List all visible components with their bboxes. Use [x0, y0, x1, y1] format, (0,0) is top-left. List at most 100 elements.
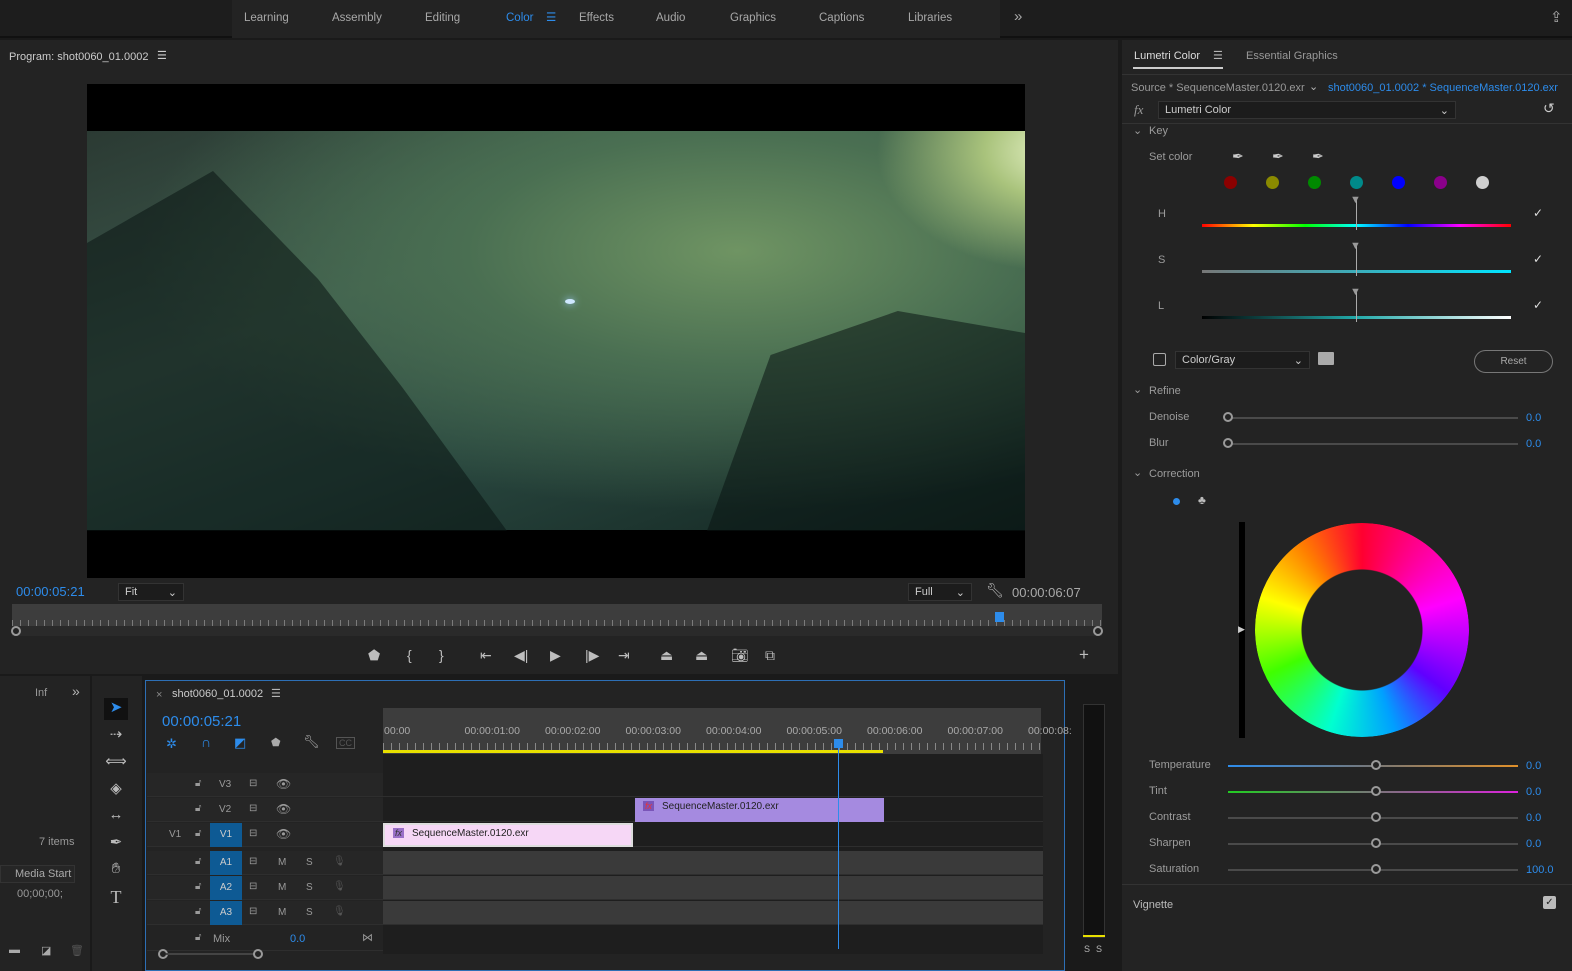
add-marker-icon[interactable]: ⬟	[368, 647, 380, 664]
effect-dropdown[interactable]: Lumetri Color ⌄	[1158, 101, 1456, 119]
close-sequence-icon[interactable]: ×	[156, 689, 162, 701]
microphone-icon[interactable]: 🎙︎	[333, 856, 346, 867]
track-target[interactable]: A2	[210, 876, 242, 900]
denoise-slider[interactable]	[1228, 417, 1518, 419]
correction-knob[interactable]	[1371, 838, 1381, 848]
track-target[interactable]: A1	[210, 851, 242, 875]
selection-tool-icon[interactable]: ➤	[104, 698, 128, 720]
reset-key-button[interactable]: Reset	[1474, 350, 1553, 373]
h-range-handle[interactable]: ▼	[1350, 194, 1361, 206]
more-panels-icon[interactable]: »	[72, 683, 80, 699]
source-patch[interactable]: V1	[169, 829, 181, 840]
more-workspaces-icon[interactable]: »	[1014, 8, 1022, 25]
lock-icon[interactable]: 🔓︎	[195, 881, 201, 892]
blur-knob[interactable]	[1223, 438, 1233, 448]
workspace-effects[interactable]: Effects	[579, 12, 614, 24]
timeline-timecode[interactable]: 00:00:05:21	[162, 713, 241, 730]
track-name[interactable]: V3	[219, 779, 231, 790]
s-checkbox[interactable]: ✓	[1533, 252, 1543, 266]
extract-icon[interactable]: ⏏	[695, 647, 708, 664]
new-item-icon[interactable]: ◪	[41, 944, 51, 957]
work-area-bar[interactable]	[383, 750, 883, 753]
track-target[interactable]: V1	[210, 823, 242, 847]
workspace-learning[interactable]: Learning	[244, 12, 289, 24]
tab-lumetri-color[interactable]: Lumetri Color	[1134, 50, 1200, 62]
sequence-tab[interactable]: shot0060_01.0002	[172, 688, 263, 700]
mute-button[interactable]: M	[278, 857, 286, 868]
track-target[interactable]: A3	[210, 901, 242, 925]
lift-icon[interactable]: ⏏	[660, 647, 673, 664]
color-swatch[interactable]	[1350, 176, 1363, 189]
correction-knob[interactable]	[1371, 760, 1381, 770]
correction-value[interactable]: 0.0	[1526, 838, 1541, 850]
show-mask-checkbox[interactable]	[1153, 353, 1166, 366]
color-swatch[interactable]	[1224, 176, 1237, 189]
microphone-icon[interactable]: 🎙︎	[333, 906, 346, 917]
three-wheel-icon[interactable]: ♣	[1198, 493, 1206, 507]
workspace-graphics[interactable]: Graphics	[730, 12, 776, 24]
nest-icon[interactable]: ✲	[166, 736, 177, 752]
sync-lock-icon[interactable]: ⊟	[249, 803, 257, 814]
denoise-value[interactable]: 0.0	[1526, 412, 1541, 424]
solo-button[interactable]: S	[306, 882, 313, 893]
go-to-out-icon[interactable]: ⇥	[618, 647, 630, 664]
microphone-icon[interactable]: 🎙︎	[333, 881, 346, 892]
lock-icon[interactable]: 🔓︎	[195, 828, 201, 839]
correction-section-title[interactable]: Correction	[1149, 468, 1200, 480]
vignette-section-title[interactable]: Vignette	[1133, 899, 1173, 911]
mark-in-icon[interactable]: {	[407, 647, 412, 663]
mute-button[interactable]: M	[278, 907, 286, 918]
color-wheel[interactable]	[1255, 523, 1469, 737]
eyedropper-icon[interactable]: ✒	[1232, 148, 1244, 165]
correction-knob[interactable]	[1371, 864, 1381, 874]
refine-section-title[interactable]: Refine	[1149, 385, 1181, 397]
clip-v1[interactable]: fx SequenceMaster.0120.exr	[383, 823, 633, 847]
tab-essential-graphics[interactable]: Essential Graphics	[1246, 50, 1338, 62]
sync-lock-icon[interactable]: ⊟	[249, 906, 257, 917]
sync-lock-icon[interactable]: ⊟	[249, 778, 257, 789]
blur-value[interactable]: 0.0	[1526, 438, 1541, 450]
new-bin-icon[interactable]: ▬	[9, 944, 20, 956]
step-forward-icon[interactable]: |▶	[585, 647, 599, 664]
timeline-playhead[interactable]	[838, 739, 839, 949]
eyedropper-subtract-icon[interactable]: ✒	[1312, 148, 1324, 165]
workspace-color[interactable]: Color	[506, 12, 533, 24]
invert-mask-icon[interactable]	[1318, 352, 1334, 365]
mute-button[interactable]: M	[278, 882, 286, 893]
slip-tool-icon[interactable]: ↔	[104, 806, 128, 828]
correction-knob[interactable]	[1371, 812, 1381, 822]
denoise-knob[interactable]	[1223, 412, 1233, 422]
step-back-icon[interactable]: ◀|	[514, 647, 528, 664]
vignette-checkbox[interactable]: ✓	[1543, 896, 1556, 909]
correction-value[interactable]: 0.0	[1526, 786, 1541, 798]
audio-track-lane[interactable]	[383, 876, 1043, 900]
workspace-assembly[interactable]: Assembly	[332, 12, 382, 24]
audio-track-lane[interactable]	[383, 901, 1043, 925]
reset-effect-icon[interactable]: ↺	[1543, 100, 1555, 117]
sync-lock-icon[interactable]: ⊟	[249, 856, 257, 867]
play-icon[interactable]: ▶	[550, 647, 561, 664]
playhead[interactable]	[995, 612, 1004, 622]
media-start-column[interactable]: Media Start	[15, 868, 71, 880]
program-title[interactable]: Program: shot0060_01.0002	[9, 51, 148, 63]
solo-left[interactable]: S	[1084, 944, 1090, 954]
sync-lock-icon[interactable]: ⊟	[249, 828, 257, 839]
color-swatch[interactable]	[1308, 176, 1321, 189]
lock-icon[interactable]: 🔓︎	[195, 803, 201, 814]
sequence-clip[interactable]: shot0060_01.0002 * SequenceMaster.0120.e…	[1328, 82, 1558, 94]
solo-button[interactable]: S	[306, 857, 313, 868]
eye-icon[interactable]: 👁︎	[276, 777, 291, 791]
s-range-handle[interactable]: ▼	[1350, 240, 1361, 252]
zoom-scrollbar[interactable]	[12, 626, 1102, 636]
add-marker-icon[interactable]: ⬟	[271, 736, 281, 749]
export-frame-icon[interactable]: 📷︎	[731, 647, 749, 664]
solo-button[interactable]: S	[306, 907, 313, 918]
workspace-editing[interactable]: Editing	[425, 12, 460, 24]
trash-icon[interactable]: 🗑︎	[70, 944, 84, 957]
lock-icon[interactable]: 🔓︎	[195, 778, 201, 789]
l-checkbox[interactable]: ✓	[1533, 298, 1543, 312]
share-icon[interactable]: ⇪	[1550, 8, 1563, 26]
workspace-menu-icon[interactable]: ☰	[546, 10, 556, 24]
eyedropper-add-icon[interactable]: ✒	[1272, 148, 1284, 165]
solo-right[interactable]: S	[1096, 944, 1102, 954]
